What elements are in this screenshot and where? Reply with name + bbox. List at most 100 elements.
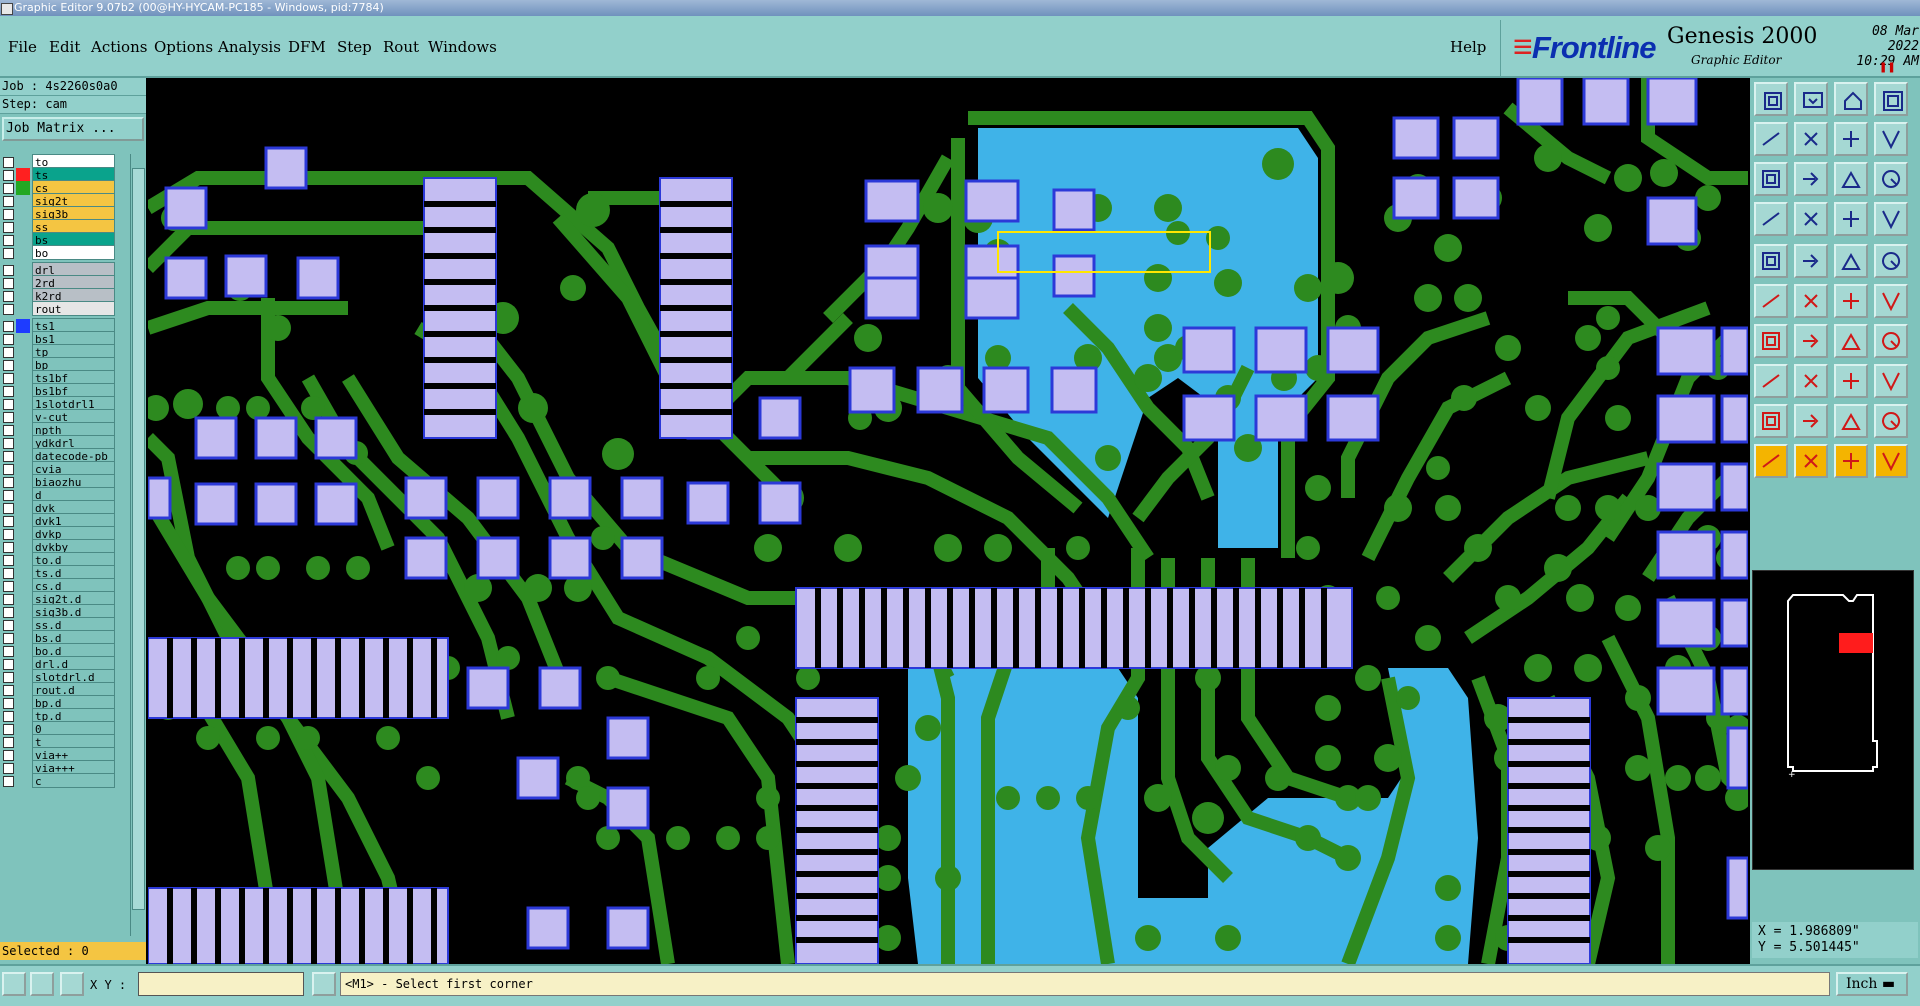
arc-button[interactable] — [1834, 324, 1868, 358]
import-button[interactable] — [1754, 122, 1788, 156]
input-mode-icon[interactable] — [312, 972, 336, 996]
pan-button[interactable] — [1754, 162, 1788, 196]
product-name: Genesis 2000 — [1667, 24, 1818, 49]
layer-name[interactable]: rout — [32, 301, 115, 316]
rotate-button[interactable] — [1834, 444, 1868, 478]
chevron-down-icon: ▬ — [1881, 976, 1896, 992]
poly-button[interactable] — [1794, 404, 1828, 438]
measure-button[interactable] — [1754, 202, 1788, 236]
layer-checkbox[interactable] — [3, 248, 14, 259]
ratio-button[interactable] — [1834, 162, 1868, 196]
menu-file[interactable]: File — [8, 38, 37, 56]
y-coordinate: Y = 5.501445" — [1758, 940, 1860, 955]
pause-icon[interactable]: ❚❚ — [1879, 62, 1896, 73]
layer-checkbox[interactable] — [3, 304, 14, 315]
erase-icon — [1803, 254, 1819, 268]
save-button[interactable] — [1794, 82, 1828, 116]
home-button[interactable] — [1834, 82, 1868, 116]
logo-text: Frontline — [1531, 30, 1657, 65]
drill-button[interactable] — [1874, 284, 1908, 318]
align-button[interactable] — [1834, 364, 1868, 398]
layer-add-button[interactable] — [1834, 202, 1868, 236]
menu-dfm[interactable]: DFM — [288, 38, 326, 56]
copy-button[interactable] — [1754, 364, 1788, 398]
cross-button[interactable] — [1794, 284, 1828, 318]
grid-angle-icon[interactable] — [30, 972, 54, 996]
move-button[interactable] — [1794, 364, 1828, 398]
align-icon — [1843, 373, 1859, 389]
layer-row[interactable]: rout — [0, 301, 118, 317]
zoom-fit-button[interactable] — [1874, 82, 1908, 116]
graphic-canvas[interactable] — [148, 78, 1748, 964]
menu-help[interactable]: Help — [1450, 38, 1486, 56]
route-icon — [1843, 293, 1859, 309]
layer-list: to ts cs sig2t sig3b ss bs bo drl 2rd k2rd rout ts1 b… — [0, 154, 118, 936]
pcb-view[interactable] — [148, 78, 1748, 964]
menu-options[interactable]: Options — [154, 38, 213, 56]
open-job-icon — [1764, 92, 1782, 110]
select-box-button[interactable] — [1754, 244, 1788, 278]
minimap-viewport[interactable] — [1839, 633, 1873, 653]
transform-button[interactable] — [1874, 444, 1908, 478]
layer-checkbox[interactable] — [3, 776, 14, 787]
erase-button[interactable] — [1794, 244, 1828, 278]
slant-icon — [1803, 334, 1819, 348]
help-button[interactable] — [1874, 162, 1908, 196]
pad-icon — [1882, 252, 1900, 270]
ratio-icon — [1841, 170, 1861, 188]
array-button[interactable] — [1874, 364, 1908, 398]
step-right-button[interactable] — [1874, 122, 1908, 156]
job-matrix-button[interactable]: Job Matrix ... — [2, 117, 144, 141]
layer-row[interactable]: c — [0, 773, 118, 789]
slant-button[interactable] — [1794, 324, 1828, 358]
outline-icon — [1841, 412, 1861, 430]
home-icon — [1844, 91, 1862, 110]
line-button[interactable] — [1834, 244, 1868, 278]
text-icon — [1882, 332, 1900, 350]
pointer-box-button[interactable] — [1794, 444, 1828, 478]
connect-icon — [1762, 294, 1780, 308]
zoom-fit-icon — [1883, 91, 1903, 111]
layer-row[interactable]: bo — [0, 245, 118, 261]
layer-color-swatch — [16, 246, 30, 260]
edit-line-button[interactable] — [1754, 324, 1788, 358]
layer-name[interactable]: bo — [32, 245, 115, 260]
app-icon — [1, 3, 13, 15]
pointer-box-icon — [1804, 454, 1818, 468]
layer-name[interactable]: c — [32, 773, 115, 788]
menu-analysis[interactable]: Analysis — [218, 38, 281, 56]
move-icon — [1804, 374, 1818, 388]
status-bar: X Y : <M1> - Select first corner Inch ▬ — [0, 964, 1920, 1006]
layer-panel: Job : 4s2260s0a0 Step: cam Job Matrix ..… — [0, 78, 146, 964]
menu-edit[interactable]: Edit — [49, 38, 80, 56]
route-button[interactable] — [1834, 284, 1868, 318]
grid-icon[interactable] — [60, 972, 84, 996]
pointer-button[interactable] — [1754, 444, 1788, 478]
pad-button[interactable] — [1874, 244, 1908, 278]
text-button[interactable] — [1874, 324, 1908, 358]
triangle-button[interactable] — [1754, 404, 1788, 438]
zoom-button[interactable] — [1794, 162, 1828, 196]
menu-step[interactable]: Step — [337, 38, 372, 56]
units-select[interactable]: Inch ▬ — [1836, 972, 1908, 996]
snap-button[interactable] — [1794, 202, 1828, 236]
layer-scrollbar[interactable] — [130, 154, 145, 936]
step-left-button[interactable] — [1834, 122, 1868, 156]
minimap[interactable]: + — [1752, 570, 1914, 870]
select-box-icon — [1762, 252, 1780, 270]
menu-rout[interactable]: Rout — [383, 38, 419, 56]
outline-button[interactable] — [1834, 404, 1868, 438]
xy-input[interactable] — [138, 972, 304, 996]
open-job-button[interactable] — [1754, 82, 1788, 116]
connect-button[interactable] — [1754, 284, 1788, 318]
export-button[interactable] — [1794, 122, 1828, 156]
menu-actions[interactable]: Actions — [91, 38, 147, 56]
scrollbar-thumb[interactable] — [132, 168, 145, 910]
surface-button[interactable] — [1874, 404, 1908, 438]
selected-count: Selected : 0 — [0, 942, 146, 960]
snap-mode-icon[interactable] — [2, 972, 26, 996]
window-title: Graphic Editor 9.07b2 (00@HY-HYCAM-PC185… — [14, 1, 384, 14]
menu-bar: File Edit Actions Options Analysis DFM S… — [0, 16, 1920, 78]
menu-windows[interactable]: Windows — [428, 38, 497, 56]
layer-del-button[interactable] — [1874, 202, 1908, 236]
